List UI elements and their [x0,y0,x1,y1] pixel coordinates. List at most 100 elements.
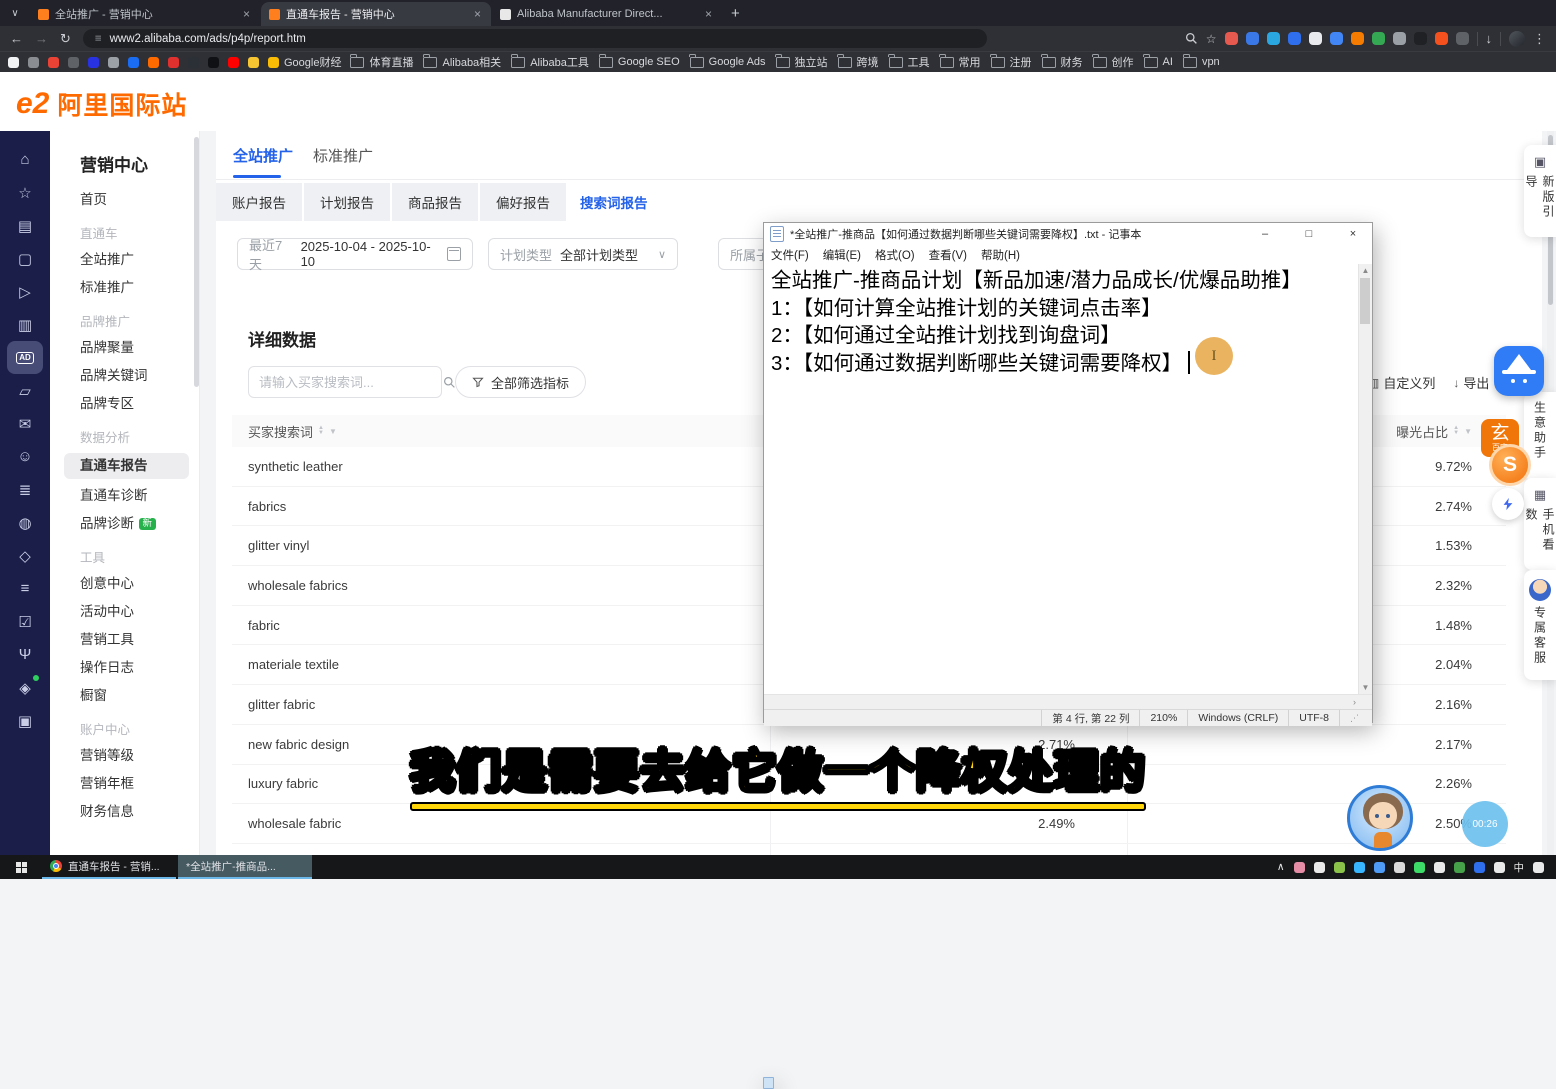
menu-item[interactable]: 格式(O) [868,247,922,263]
bookmark-folder[interactable]: AI [1144,56,1173,68]
sidebar-item[interactable]: 品牌聚量 [50,334,199,362]
extension-icon[interactable] [1267,32,1280,45]
tray-icon[interactable] [1494,862,1505,873]
sidebar-item[interactable]: 操作日志 [50,654,199,682]
bookmark-folder[interactable]: 财务 [1042,54,1083,70]
tray-icon[interactable] [1294,862,1305,873]
bookmark-icon[interactable] [48,57,59,68]
rail-item-icon[interactable]: ▢ [7,242,43,275]
tab-close-icon[interactable]: × [703,7,714,21]
table-row[interactable]: alcantara 2.26% 0.91% [232,844,1506,855]
bookmark-folder[interactable]: 常用 [940,54,981,70]
bookmark-folder[interactable]: 体育直播 [350,54,413,70]
lightning-plugin-icon[interactable] [1492,488,1524,520]
bookmark-icon[interactable] [188,57,199,68]
start-button[interactable] [0,855,42,879]
rail-item-icon[interactable]: ☆ [7,176,43,209]
rail-item-icon[interactable]: ▤ [7,209,43,242]
sort-icons[interactable]: ▲▼ [318,426,324,436]
sidebar-item[interactable]: 品牌专区 [50,390,199,418]
keyword-search-input[interactable] [249,375,443,390]
scrollbar-thumb[interactable] [1360,278,1370,324]
sidebar-item[interactable]: 财务信息 [50,798,199,826]
tab-close-icon[interactable]: × [241,7,252,21]
customer-service-button[interactable]: 专属客服 [1524,570,1556,680]
bookmark-folder[interactable]: 创作 [1093,54,1134,70]
bookmark-icon[interactable] [248,57,259,68]
rail-item-icon[interactable]: ◍ [7,506,43,539]
rail-item-icon[interactable]: ☑ [7,605,43,638]
bookmark-folder[interactable]: vpn [1183,56,1220,68]
export-button[interactable]: ↓ 导出 [1453,373,1489,392]
resize-grip[interactable]: ⋰ [1339,710,1372,726]
sidebar-item[interactable]: 营销年框 [50,770,199,798]
tray-icon[interactable] [1314,862,1325,873]
new-tab-button[interactable]: + [731,5,740,22]
bookmark-link[interactable]: Google财经 [268,54,341,70]
tab-search-icon[interactable]: ∨ [4,3,26,23]
extension-icon[interactable] [1372,32,1385,45]
browser-menu-icon[interactable]: ⋮ [1533,31,1546,47]
extension-icon[interactable] [1393,32,1406,45]
bookmark-folder[interactable]: Google Ads [690,56,766,68]
tray-icon[interactable] [1533,862,1544,873]
rail-item-icon[interactable]: ◇ [7,539,43,572]
filter-funnel-icon[interactable]: ▼ [1464,427,1472,436]
bookmark-icon[interactable] [228,57,239,68]
rail-item-icon[interactable]: AD [7,341,43,374]
browser-tab[interactable]: 全站推广 - 营销中心 × [30,2,260,26]
tab-standard-promotion[interactable]: 标准推广 [313,145,373,166]
sidebar-item[interactable]: 标准推广 [50,274,199,302]
bookmark-icon[interactable] [8,57,19,68]
report-subtab[interactable]: 偏好报告 [480,183,566,221]
menu-item[interactable]: 帮助(H) [974,247,1027,263]
plan-type-dropdown[interactable]: 计划类型 全部计划类型 ∨ [488,238,678,270]
tray-icon[interactable] [1334,862,1345,873]
sort-icons[interactable]: ▲▼ [1453,426,1459,436]
notepad-horizontal-scrollbar[interactable]: › [764,694,1372,709]
rail-item-icon[interactable]: ✉ [7,407,43,440]
extension-icon[interactable] [1225,32,1238,45]
sidebar-item[interactable]: 工具 [50,546,199,570]
sidebar-item[interactable]: 账户中心 [50,718,199,742]
assistant-mascot-icon[interactable] [1494,346,1544,396]
date-range-picker[interactable]: 最近7天 2025-10-04 - 2025-10-10 [237,238,473,270]
bookmark-icon[interactable] [208,57,219,68]
downloads-icon[interactable]: ↓ [1486,31,1493,46]
bookmark-star-icon[interactable]: ☆ [1206,32,1217,46]
maximize-button[interactable]: □ [1290,223,1328,245]
sidebar-item[interactable]: 品牌诊断新 [50,510,199,538]
tray-icon[interactable] [1354,862,1365,873]
menu-item[interactable]: 文件(F) [764,247,816,263]
rail-item-icon[interactable]: ≡ [7,572,43,605]
taskbar-task[interactable]: 直通车报告 - 营销... [42,855,176,879]
report-subtab[interactable]: 商品报告 [392,183,478,221]
profile-avatar[interactable] [1509,31,1525,47]
report-subtab[interactable]: 账户报告 [216,183,302,221]
extension-icon[interactable] [1414,32,1427,45]
bookmark-icon[interactable] [168,57,179,68]
sidebar-item[interactable]: 直通车诊断 [50,482,199,510]
tab-site-wide-promotion[interactable]: 全站推广 [233,145,293,166]
close-button[interactable]: × [1334,223,1372,245]
new-version-guide-button[interactable]: ▣ 新版引导 [1524,145,1556,237]
sidebar-item[interactable]: 直通车报告 [64,453,189,479]
tray-icon[interactable] [1454,862,1465,873]
extension-icon[interactable] [1309,32,1322,45]
extension-icon[interactable] [1456,32,1469,45]
alibaba-logo[interactable]: e2 阿里国际站 [16,86,187,122]
filter-funnel-icon[interactable]: ▼ [329,427,337,436]
bookmark-folder[interactable]: Google SEO [599,56,680,68]
bookmark-icon[interactable] [148,57,159,68]
bookmark-folder[interactable]: 工具 [889,54,930,70]
notepad-title-bar[interactable]: *全站推广-推商品【如何通过数据判断哪些关键词需要降权】.txt - 记事本 –… [764,223,1372,245]
forward-icon[interactable]: → [35,31,48,46]
keyword-search-box[interactable] [248,366,442,398]
sidebar-item[interactable]: 橱窗 [50,682,199,710]
taskbar-task[interactable]: *全站推广-推商品... [178,855,312,879]
notepad-window[interactable]: *全站推广-推商品【如何通过数据判断哪些关键词需要降权】.txt - 记事本 –… [763,222,1373,723]
reload-icon[interactable]: ↻ [60,31,71,47]
tray-icon[interactable] [1434,862,1445,873]
s-plugin-icon[interactable]: S [1489,444,1531,486]
rail-item-icon[interactable]: ▣ [7,704,43,737]
